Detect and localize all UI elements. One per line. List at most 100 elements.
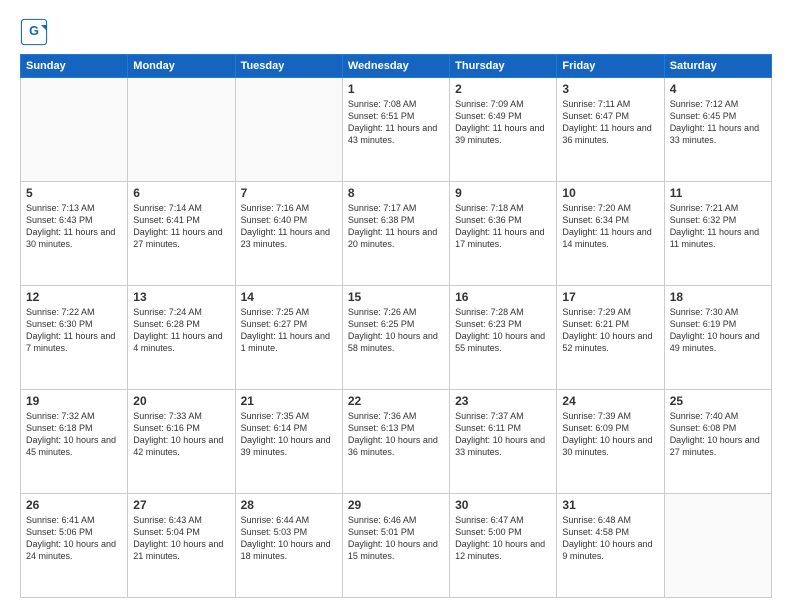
calendar-cell: 4Sunrise: 7:12 AMSunset: 6:45 PMDaylight… [664,78,771,182]
weekday-header-row: SundayMondayTuesdayWednesdayThursdayFrid… [21,55,772,78]
cell-info-line: Sunset: 6:27 PM [241,318,337,330]
cell-info-line: Daylight: 10 hours and 18 minutes. [241,538,337,562]
calendar-cell: 2Sunrise: 7:09 AMSunset: 6:49 PMDaylight… [450,78,557,182]
cell-info-line: Daylight: 10 hours and 45 minutes. [26,434,122,458]
calendar-cell: 23Sunrise: 7:37 AMSunset: 6:11 PMDayligh… [450,390,557,494]
cell-info-line: Daylight: 10 hours and 52 minutes. [562,330,658,354]
cell-info-line: Sunset: 6:47 PM [562,110,658,122]
calendar-cell [21,78,128,182]
cell-info-line: Sunrise: 7:28 AM [455,306,551,318]
weekday-header-thursday: Thursday [450,55,557,78]
cell-info-line: Daylight: 10 hours and 27 minutes. [670,434,766,458]
cell-info-line: Daylight: 10 hours and 24 minutes. [26,538,122,562]
cell-info-line: Daylight: 11 hours and 36 minutes. [562,122,658,146]
cell-info-line: Daylight: 11 hours and 4 minutes. [133,330,229,354]
cell-info-line: Sunset: 6:13 PM [348,422,444,434]
cell-info-line: Sunrise: 6:44 AM [241,514,337,526]
cell-info-line: Sunrise: 6:46 AM [348,514,444,526]
day-number: 1 [348,82,444,96]
cell-info-line: Sunrise: 7:39 AM [562,410,658,422]
calendar-cell: 9Sunrise: 7:18 AMSunset: 6:36 PMDaylight… [450,182,557,286]
cell-info-line: Sunrise: 7:21 AM [670,202,766,214]
cell-info-line: Daylight: 11 hours and 17 minutes. [455,226,551,250]
day-number: 22 [348,394,444,408]
calendar-cell: 26 Sunrise: 6:41 AMSunset: 5:06 PMDayligh… [21,494,128,598]
day-number: 14 [241,290,337,304]
cell-info-line: Sunrise: 6:43 AM [133,514,229,526]
calendar-table: SundayMondayTuesdayWednesdayThursdayFrid… [20,54,772,598]
calendar-cell: 8Sunrise: 7:17 AMSunset: 6:38 PMDaylight… [342,182,449,286]
cell-info-line: Daylight: 10 hours and 39 minutes. [241,434,337,458]
cell-info-line: Sunrise: 7:35 AM [241,410,337,422]
svg-text:G: G [29,24,39,38]
cell-info-line: Sunset: 5:00 PM [455,526,551,538]
calendar-cell: 3Sunrise: 7:11 AMSunset: 6:47 PMDaylight… [557,78,664,182]
calendar-cell: 11Sunrise: 7:21 AMSunset: 6:32 PMDayligh… [664,182,771,286]
cell-info-line: Sunset: 6:21 PM [562,318,658,330]
calendar-week-row: 12Sunrise: 7:22 AMSunset: 6:30 PMDayligh… [21,286,772,390]
calendar-cell: 24Sunrise: 7:39 AMSunset: 6:09 PMDayligh… [557,390,664,494]
cell-info-line: Daylight: 10 hours and 21 minutes. [133,538,229,562]
cell-info-line: Sunset: 6:41 PM [133,214,229,226]
calendar-cell: 16Sunrise: 7:28 AMSunset: 6:23 PMDayligh… [450,286,557,390]
cell-info-line: Sunset: 5:01 PM [348,526,444,538]
cell-info-line: Daylight: 11 hours and 39 minutes. [455,122,551,146]
cell-info-line: Sunrise: 7:08 AM [348,98,444,110]
weekday-header-wednesday: Wednesday [342,55,449,78]
calendar-cell [664,494,771,598]
cell-info-line: Sunset: 6:18 PM [26,422,122,434]
cell-info-line: Daylight: 11 hours and 1 minute. [241,330,337,354]
cell-info-line: Daylight: 11 hours and 33 minutes. [670,122,766,146]
cell-info-line: Daylight: 11 hours and 7 minutes. [26,330,122,354]
cell-info-line: Sunrise: 7:30 AM [670,306,766,318]
cell-info-line: Sunrise: 7:37 AM [455,410,551,422]
cell-info-line: Sunrise: 7:32 AM [26,410,122,422]
calendar-week-row: 1Sunrise: 7:08 AMSunset: 6:51 PMDaylight… [21,78,772,182]
cell-info-line: Sunrise: 7:12 AM [670,98,766,110]
cell-info-line: Sunset: 6:11 PM [455,422,551,434]
day-number: 31 [562,498,658,512]
calendar-cell: 27Sunrise: 6:43 AMSunset: 5:04 PMDayligh… [128,494,235,598]
cell-info-line: Sunset: 6:34 PM [562,214,658,226]
calendar-cell: 19Sunrise: 7:32 AMSunset: 6:18 PMDayligh… [21,390,128,494]
calendar-cell: 29Sunrise: 6:46 AMSunset: 5:01 PMDayligh… [342,494,449,598]
cell-info-line: Sunset: 5:04 PM [133,526,229,538]
day-number: 12 [26,290,122,304]
cell-info-line: Sunset: 5:03 PM [241,526,337,538]
cell-info-line: Sunset: 6:36 PM [455,214,551,226]
cell-info-line: Daylight: 11 hours and 11 minutes. [670,226,766,250]
cell-info-line: Daylight: 10 hours and 30 minutes. [562,434,658,458]
cell-info-line: Sunset: 6:25 PM [348,318,444,330]
day-number: 8 [348,186,444,200]
cell-info-line: Sunrise: 7:40 AM [670,410,766,422]
cell-info-line: Sunrise: 6:41 AM [26,514,122,526]
cell-info-line: Sunset: 6:28 PM [133,318,229,330]
weekday-header-saturday: Saturday [664,55,771,78]
logo: G [20,18,52,46]
calendar-week-row: 19Sunrise: 7:32 AMSunset: 6:18 PMDayligh… [21,390,772,494]
calendar-cell: 14 Sunrise: 7:25 AMSunset: 6:27 PMDayligh… [235,286,342,390]
cell-info-line: Sunset: 5:06 PM [26,526,122,538]
cell-info-line: Sunrise: 7:22 AM [26,306,122,318]
calendar-cell: 17Sunrise: 7:29 AMSunset: 6:21 PMDayligh… [557,286,664,390]
weekday-header-friday: Friday [557,55,664,78]
cell-info-line: Sunset: 6:19 PM [670,318,766,330]
cell-info-line: Daylight: 10 hours and 12 minutes. [455,538,551,562]
calendar-cell: 1Sunrise: 7:08 AMSunset: 6:51 PMDaylight… [342,78,449,182]
day-number: 11 [670,186,766,200]
calendar-cell: 18Sunrise: 7:30 AMSunset: 6:19 PMDayligh… [664,286,771,390]
cell-info-line: Daylight: 11 hours and 43 minutes. [348,122,444,146]
day-number: 29 [348,498,444,512]
day-number: 20 [133,394,229,408]
cell-info-line: Sunset: 6:09 PM [562,422,658,434]
calendar-cell: 10Sunrise: 7:20 AMSunset: 6:34 PMDayligh… [557,182,664,286]
day-number: 4 [670,82,766,96]
cell-info-line: Daylight: 10 hours and 49 minutes. [670,330,766,354]
cell-info-line: Daylight: 11 hours and 30 minutes. [26,226,122,250]
calendar-cell: 31Sunrise: 6:48 AMSunset: 4:58 PMDayligh… [557,494,664,598]
calendar-cell: 28Sunrise: 6:44 AMSunset: 5:03 PMDayligh… [235,494,342,598]
day-number: 26 [26,498,122,512]
cell-info-line: Sunrise: 7:25 AM [241,306,337,318]
cell-info-line: Sunrise: 6:47 AM [455,514,551,526]
cell-info-line: Daylight: 11 hours and 27 minutes. [133,226,229,250]
